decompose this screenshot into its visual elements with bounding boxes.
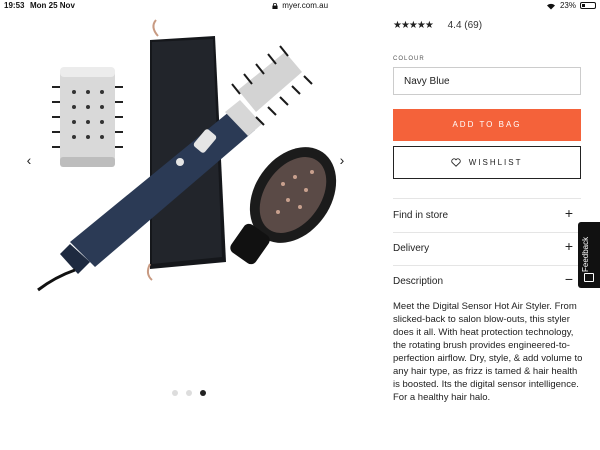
feedback-icon [584,273,594,282]
accordion-delivery[interactable]: Delivery + [393,233,581,263]
accordion-find-in-store[interactable]: Find in store + [393,200,581,230]
colour-select[interactable]: Navy Blue [393,67,581,95]
status-bar: 19:53 Mon 25 Nov myer.com.au 23% [0,0,600,12]
accordion-label: Description [393,276,444,287]
minus-icon: − [564,271,573,287]
barrel-attachment [52,67,123,167]
divider [393,198,581,199]
address-bar[interactable]: myer.com.au [0,1,600,10]
heart-icon [451,158,462,167]
product-image [37,19,337,292]
product-gallery[interactable]: ‹ › [0,12,370,396]
paddle-attachment [230,147,337,265]
colour-label: COLOUR [393,56,425,62]
carousel-dot[interactable] [172,390,178,396]
rating-stars-icon: ★★★★★ [393,20,434,31]
product-rating[interactable]: ★★★★★ 4.4 (69) [393,20,482,31]
carousel-dots [172,390,206,396]
carousel-dot-active[interactable] [200,390,206,396]
battery-icon [580,2,596,9]
feedback-tab[interactable]: Feedback [578,222,600,288]
next-image-arrow[interactable]: › [335,152,349,168]
accordion-label: Delivery [393,243,430,254]
add-to-bag-button[interactable]: ADD TO BAG [393,109,581,141]
product-description: Meet the Digital Sensor Hot Air Styler. … [393,301,583,403]
accordion-description[interactable]: Description − [393,266,581,296]
previous-image-arrow[interactable]: ‹ [22,152,36,168]
lock-icon [272,3,278,9]
plus-icon: + [564,238,573,254]
wishlist-label: WISHLIST [468,158,523,167]
battery-percent: 23% [559,1,576,10]
wishlist-button[interactable]: WISHLIST [393,146,581,179]
plus-icon: + [564,205,573,221]
wifi-icon [546,3,555,9]
carousel-dot[interactable] [186,390,192,396]
rating-value: 4.4 (69) [447,20,483,31]
feedback-label: Feedback [581,236,590,272]
url-text: myer.com.au [282,1,329,10]
accordion-label: Find in store [393,210,449,221]
